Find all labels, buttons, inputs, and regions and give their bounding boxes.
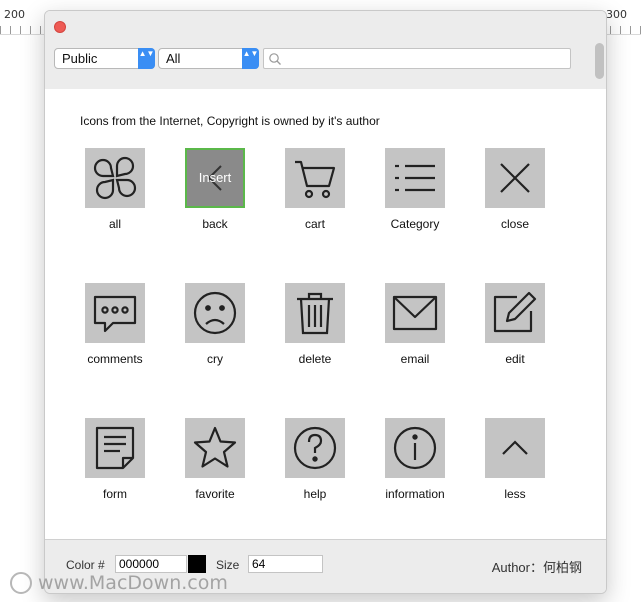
icon-tile[interactable] xyxy=(485,283,545,343)
star-icon xyxy=(193,426,237,468)
watermark-text: www.MacDown.com xyxy=(38,572,228,594)
sad-face-icon xyxy=(193,291,237,335)
icon-tile[interactable] xyxy=(85,418,145,478)
scope-select-value: Public xyxy=(62,51,98,66)
edit-icon xyxy=(493,291,537,333)
icon-tile[interactable] xyxy=(85,283,145,343)
copyright-notice: Icons from the Internet, Copyright is ow… xyxy=(80,114,380,128)
icon-tile[interactable] xyxy=(485,148,545,208)
icon-label: help xyxy=(303,487,327,501)
icon-item-delete[interactable]: delete xyxy=(285,283,345,366)
info-icon xyxy=(393,426,437,470)
icon-item-help[interactable]: help xyxy=(285,418,345,501)
size-input[interactable] xyxy=(248,555,323,573)
title-bar xyxy=(45,11,606,41)
question-icon xyxy=(293,426,337,470)
icon-item-category[interactable]: Category xyxy=(385,148,445,231)
color-hex-input[interactable] xyxy=(115,555,187,573)
icon-item-all[interactable]: all xyxy=(85,148,145,231)
icon-label: all xyxy=(108,217,121,231)
chevron-up-icon xyxy=(502,440,528,455)
select-arrows-icon: ▲▼ xyxy=(138,48,155,69)
icon-label: email xyxy=(400,352,430,366)
color-swatch[interactable] xyxy=(188,555,206,573)
search-icon xyxy=(269,53,281,65)
icon-item-cart[interactable]: cart xyxy=(285,148,345,231)
icon-item-less[interactable]: less xyxy=(485,418,545,501)
icon-item-favorite[interactable]: favorite xyxy=(185,418,245,501)
vertical-scrollbar-thumb[interactable] xyxy=(595,43,604,79)
icon-tile[interactable] xyxy=(185,418,245,478)
icon-label: edit xyxy=(505,352,525,366)
trash-icon xyxy=(297,292,333,335)
icon-picker-window: Public ▲▼ All ▲▼ Icons from the Internet… xyxy=(44,10,607,594)
icon-item-comments[interactable]: comments xyxy=(85,283,145,366)
list-icon xyxy=(395,164,435,192)
comments-icon xyxy=(93,295,137,333)
icon-label: favorite xyxy=(195,487,235,501)
color-label: Color # xyxy=(66,558,105,572)
icon-tile-selected[interactable]: Insert xyxy=(185,148,245,208)
icon-item-edit[interactable]: edit xyxy=(485,283,545,366)
form-icon xyxy=(95,426,135,470)
icon-label: less xyxy=(504,487,526,501)
watermark-logo-icon xyxy=(10,572,32,594)
icon-tile[interactable] xyxy=(285,283,345,343)
search-input[interactable] xyxy=(284,50,568,69)
icon-label: information xyxy=(385,487,445,501)
icon-item-back[interactable]: Insert back xyxy=(185,148,245,231)
icon-label: cry xyxy=(207,352,223,366)
icon-label: back xyxy=(202,217,228,231)
icon-tile[interactable] xyxy=(385,418,445,478)
icon-label: cart xyxy=(304,217,325,231)
icon-label: Category xyxy=(390,217,440,231)
category-select-value: All xyxy=(166,51,181,66)
icon-list-area: Icons from the Internet, Copyright is ow… xyxy=(45,89,606,540)
scope-select[interactable]: Public ▲▼ xyxy=(54,48,155,69)
watermark: www.MacDown.com xyxy=(10,572,230,596)
select-arrows-icon: ▲▼ xyxy=(242,48,259,69)
icon-tile[interactable] xyxy=(285,418,345,478)
icon-label: close xyxy=(500,217,529,231)
insert-overlay: Insert xyxy=(198,170,232,185)
icon-tile[interactable] xyxy=(385,283,445,343)
search-field[interactable] xyxy=(263,48,571,69)
close-icon xyxy=(500,163,530,193)
cart-icon xyxy=(295,160,336,199)
envelope-icon xyxy=(392,295,438,331)
author-credit: Author：何柏钢 xyxy=(491,560,582,575)
ruler-number-right: 300 xyxy=(606,8,627,21)
icon-label: form xyxy=(103,487,127,501)
icon-item-information[interactable]: information xyxy=(385,418,445,501)
category-select[interactable]: All ▲▼ xyxy=(158,48,259,69)
icon-item-email[interactable]: email xyxy=(385,283,445,366)
flower-icon xyxy=(93,156,137,200)
toolbar: Public ▲▼ All ▲▼ xyxy=(45,41,606,89)
icon-label: comments xyxy=(87,352,143,366)
icon-label: delete xyxy=(298,352,332,366)
icon-tile[interactable] xyxy=(385,148,445,208)
size-label: Size xyxy=(216,558,240,572)
icon-tile[interactable] xyxy=(485,418,545,478)
icon-item-close[interactable]: close xyxy=(485,148,545,231)
ruler-number-left: 200 xyxy=(4,8,25,21)
window-close-button[interactable] xyxy=(54,21,66,33)
icon-tile[interactable] xyxy=(85,148,145,208)
icon-tile[interactable] xyxy=(185,283,245,343)
icon-item-cry[interactable]: cry xyxy=(185,283,245,366)
icon-item-form[interactable]: form xyxy=(85,418,145,501)
icon-tile[interactable] xyxy=(285,148,345,208)
